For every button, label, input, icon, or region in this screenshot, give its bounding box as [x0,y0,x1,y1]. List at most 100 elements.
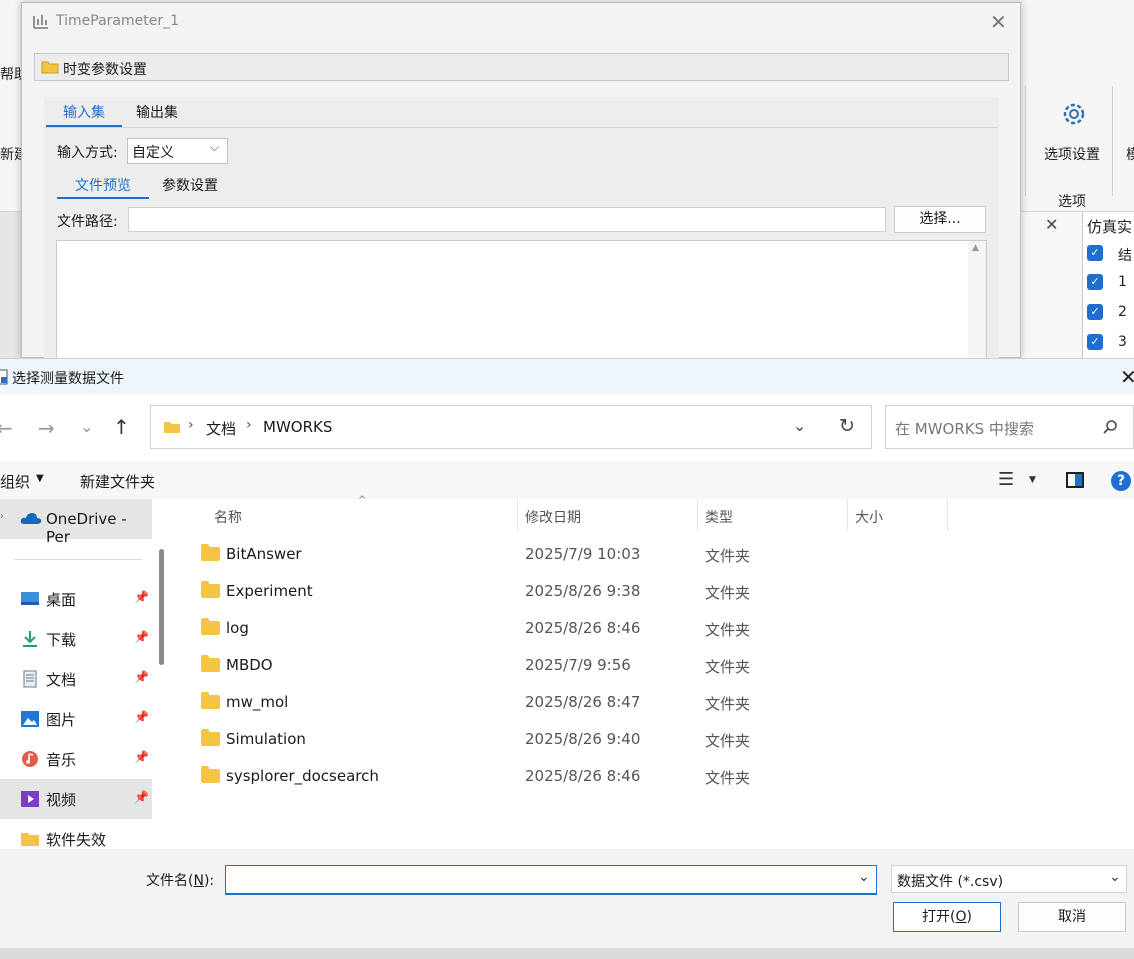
file-path-label: 文件路径: [57,214,118,230]
chevron-down-icon[interactable]: ⌄ [1109,869,1121,885]
sim-header-checkbox[interactable]: ✓ [1087,245,1103,261]
forward-arrow-icon[interactable]: → [38,416,55,440]
recent-chevron-icon[interactable]: ⌄ [80,417,93,436]
list-item[interactable]: sysplorer_docsearch 2025/8/26 8:46 文件夹 [174,759,954,796]
column-header-type[interactable]: 类型 [705,507,733,527]
pin-icon[interactable]: 📌 [134,590,149,604]
cancel-button[interactable]: 取消 [1018,902,1126,932]
pin-icon[interactable]: 📌 [134,750,149,764]
list-item[interactable]: Experiment 2025/8/26 9:38 文件夹 [174,574,954,611]
sim-row-checkbox[interactable]: ✓ [1087,334,1103,350]
ribbon-edge-label: 模 [1126,147,1134,163]
sort-ascending-icon: ^ [358,495,367,506]
sidebar-item-label: 视频 [46,791,77,809]
pin-icon[interactable]: 📌 [134,710,149,724]
choose-file-button[interactable]: 选择... [894,206,986,233]
preview-pane-icon[interactable] [1066,472,1084,488]
column-divider[interactable] [697,499,698,531]
expand-chevron-icon[interactable]: › [0,511,4,522]
address-bar[interactable]: › 文档 › MWORKS ⌄ ↻ [150,405,872,449]
open-button[interactable]: 打开(O) [893,902,1001,932]
gear-icon[interactable] [1060,100,1088,128]
breadcrumb-separator-icon: › [246,417,252,433]
search-box[interactable]: 在 MWORKS 中搜索 [885,405,1134,449]
file-list: ^ 名称 修改日期 类型 大小 BitAnswer 2025/7/9 10:03 文… [174,495,1134,849]
column-header-name[interactable]: 名称 [214,507,242,527]
file-type: 文件夹 [705,769,751,787]
sidebar-item-videos[interactable]: 视频 📌 [0,779,152,819]
folder-icon [201,766,220,783]
file-type-filter[interactable]: 数据文件 (*.csv) ⌄ [891,865,1127,893]
column-header-size[interactable]: 大小 [855,507,883,527]
sidebar-item-label: 桌面 [46,591,77,609]
column-divider[interactable] [517,499,518,531]
sidebar-item-desktop[interactable]: 桌面 📌 [0,579,152,619]
column-divider[interactable] [847,499,848,531]
sim-row-checkbox[interactable]: ✓ [1087,274,1103,290]
organize-menu[interactable]: 组织 [0,471,30,492]
list-item[interactable]: BitAnswer 2025/7/9 10:03 文件夹 [174,537,954,574]
file-path-input[interactable] [128,207,886,232]
pin-icon[interactable]: 📌 [134,790,149,804]
view-dropdown-icon[interactable]: ▼ [1029,475,1036,485]
folder-icon [41,60,59,74]
pin-icon[interactable]: 📌 [134,670,149,684]
search-icon[interactable] [1102,419,1118,435]
file-date: 2025/7/9 9:56 [525,656,631,674]
list-item[interactable]: mw_mol 2025/8/26 8:47 文件夹 [174,685,954,722]
sim-row-checkbox[interactable]: ✓ [1087,304,1103,320]
tab-input-set[interactable]: 输入集 [46,102,122,127]
tab-output-set[interactable]: 输出集 [136,102,178,122]
options-group-label: 选项 [1058,194,1086,210]
organize-dropdown-icon[interactable]: ▼ [36,473,44,484]
command-bar: 组织 ▼ 新建文件夹 ☰ ▼ ? [0,461,1134,499]
list-item[interactable]: MBDO 2025/7/9 9:56 文件夹 [174,648,954,685]
file-name: sysplorer_docsearch [226,767,379,785]
input-mode-select[interactable]: 自定义 ⌵ [127,138,228,164]
close-icon[interactable]: ✕ [1120,365,1134,389]
sim-panel-title: 仿真实 [1087,218,1133,236]
back-arrow-icon[interactable]: ← [0,416,13,440]
chevron-down-icon: ⌵ [210,140,220,154]
sidebar-item-downloads[interactable]: 下载 📌 [0,619,152,659]
subtab-file-preview[interactable]: 文件预览 [57,175,149,199]
column-divider[interactable] [947,499,948,531]
sidebar-item-onedrive[interactable]: › OneDrive - Per [0,499,152,546]
refresh-icon[interactable]: ↻ [839,415,855,437]
preview-scrollbar[interactable]: ▲ [968,241,986,360]
new-folder-button[interactable]: 新建文件夹 [80,471,155,492]
help-icon[interactable]: ? [1111,471,1131,491]
subtab-parameter-settings[interactable]: 参数设置 [162,175,218,195]
breadcrumb-documents[interactable]: 文档 [206,418,236,439]
breadcrumb-mworks[interactable]: MWORKS [263,418,332,436]
pin-icon[interactable]: 📌 [134,630,149,644]
panel-close-icon[interactable]: ✕ [1045,215,1058,234]
file-type-filter-value: 数据文件 (*.csv) [897,874,1004,890]
view-list-icon[interactable]: ☰ [998,469,1014,490]
list-item[interactable]: log 2025/8/26 8:46 文件夹 [174,611,954,648]
sidebar-item-documents[interactable]: 文档 📌 [0,659,152,699]
document-icon [20,670,40,688]
file-name: Experiment [226,582,313,600]
options-settings-button[interactable]: 选项设置 [1044,144,1100,164]
file-name: Simulation [226,730,306,748]
column-header-date[interactable]: 修改日期 [525,507,581,527]
file-preview-area[interactable]: ▲ [56,240,987,360]
address-dropdown-icon[interactable]: ⌄ [793,416,806,435]
folder-icon [20,830,40,848]
list-item[interactable]: Simulation 2025/8/26 9:40 文件夹 [174,722,954,759]
sidebar-item-software[interactable]: 软件失效 [0,819,152,849]
sidebar-item-pictures[interactable]: 图片 📌 [0,699,152,739]
close-icon[interactable]: ✕ [990,10,1007,34]
sidebar-scrollbar[interactable] [159,549,164,665]
download-icon [20,630,40,648]
file-date: 2025/7/9 10:03 [525,545,641,563]
scroll-up-icon[interactable]: ▲ [972,243,979,253]
chevron-down-icon[interactable]: ⌄ [858,869,870,885]
filename-input[interactable]: ⌄ [225,865,877,895]
up-arrow-icon[interactable]: ↑ [113,415,130,439]
sidebar-item-music[interactable]: 音乐 📌 [0,739,152,779]
file-name: mw_mol [226,693,289,711]
sidebar-item-label: OneDrive - Per [46,510,127,546]
search-input[interactable]: 在 MWORKS 中搜索 [895,418,1034,439]
